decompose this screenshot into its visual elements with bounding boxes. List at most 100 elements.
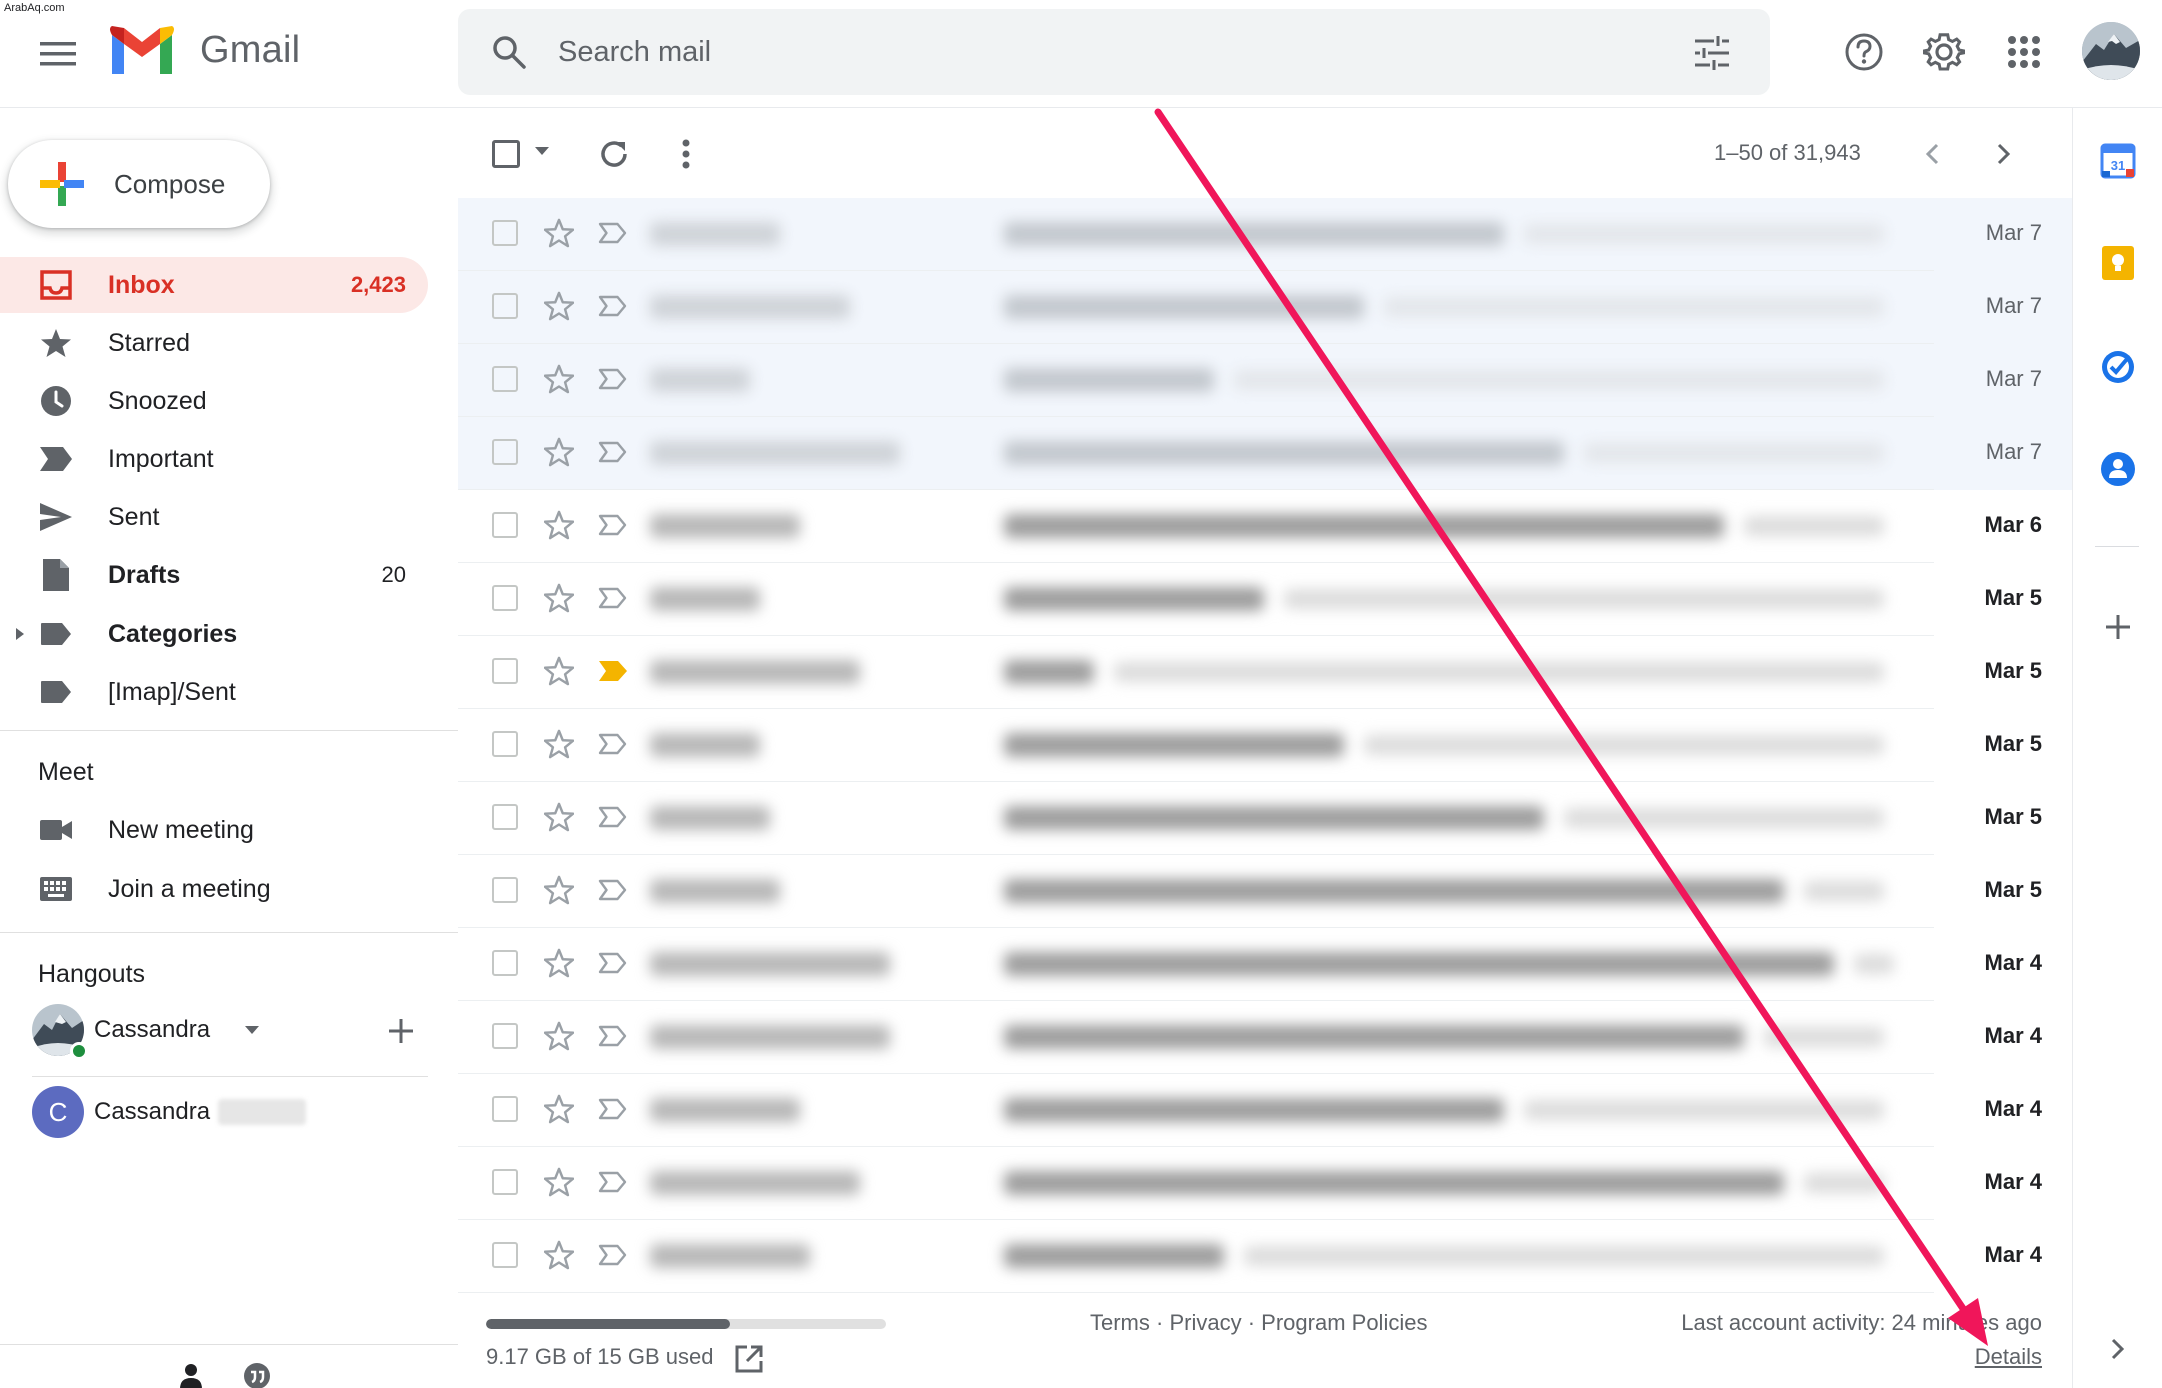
row-select-checkbox[interactable] bbox=[492, 220, 518, 246]
nav-item-sent[interactable]: Sent bbox=[0, 489, 428, 545]
row-select-checkbox[interactable] bbox=[492, 585, 518, 611]
row-select-checkbox[interactable] bbox=[492, 731, 518, 757]
important-marker-icon[interactable] bbox=[596, 800, 630, 834]
star-outline-icon[interactable] bbox=[540, 871, 578, 909]
table-row[interactable]: Mar 5 bbox=[458, 636, 2072, 709]
search-input[interactable] bbox=[558, 9, 1608, 95]
star-outline-icon[interactable] bbox=[540, 287, 578, 325]
contacts-tab-person-icon[interactable] bbox=[174, 1359, 208, 1388]
search-icon[interactable] bbox=[488, 31, 530, 73]
table-row[interactable]: Mar 5 bbox=[458, 709, 2072, 782]
star-outline-icon[interactable] bbox=[540, 579, 578, 617]
important-marker-icon[interactable] bbox=[596, 1019, 630, 1053]
row-select-checkbox[interactable] bbox=[492, 512, 518, 538]
hangouts-contact-row[interactable]: C Cassandra bbox=[32, 1084, 432, 1140]
star-outline-icon[interactable] bbox=[540, 944, 578, 982]
row-select-checkbox[interactable] bbox=[492, 293, 518, 319]
show-side-panel-chevron-icon[interactable] bbox=[2097, 1328, 2139, 1370]
newer-page-chevron-left-icon[interactable] bbox=[1910, 132, 1954, 176]
important-marker-icon[interactable] bbox=[596, 1238, 630, 1272]
star-outline-icon[interactable] bbox=[540, 433, 578, 471]
important-marker-icon[interactable] bbox=[596, 508, 630, 542]
join-meeting-item[interactable]: Join a meeting bbox=[0, 861, 428, 917]
tasks-app-icon[interactable] bbox=[2097, 346, 2139, 388]
nav-item-drafts[interactable]: Drafts 20 bbox=[0, 547, 428, 603]
row-select-checkbox[interactable] bbox=[492, 1023, 518, 1049]
star-outline-icon[interactable] bbox=[540, 506, 578, 544]
star-outline-icon[interactable] bbox=[540, 1236, 578, 1274]
gmail-logo[interactable]: Gmail bbox=[108, 24, 300, 76]
nav-item-starred[interactable]: Starred bbox=[0, 315, 428, 371]
important-marker-icon[interactable] bbox=[596, 873, 630, 907]
star-outline-icon[interactable] bbox=[540, 1090, 578, 1128]
row-select-checkbox[interactable] bbox=[492, 950, 518, 976]
important-marker-icon[interactable] bbox=[596, 289, 630, 323]
table-row[interactable]: Mar 5 bbox=[458, 782, 2072, 855]
table-row[interactable]: Mar 4 bbox=[458, 1147, 2072, 1220]
important-marker-icon[interactable] bbox=[596, 946, 630, 980]
table-row[interactable]: Mar 6 bbox=[458, 490, 2072, 563]
row-select-checkbox[interactable] bbox=[492, 366, 518, 392]
nav-item-categories[interactable]: Categories bbox=[0, 606, 428, 662]
nav-item-snoozed[interactable]: Snoozed bbox=[0, 373, 428, 429]
compose-button[interactable]: Compose bbox=[8, 140, 270, 228]
calendar-app-icon[interactable]: 31 bbox=[2097, 140, 2139, 182]
older-page-chevron-right-icon[interactable] bbox=[1982, 132, 2026, 176]
program-policies-link[interactable]: Program Policies bbox=[1261, 1310, 1427, 1335]
table-row[interactable]: Mar 4 bbox=[458, 1001, 2072, 1074]
row-select-checkbox[interactable] bbox=[492, 1242, 518, 1268]
hangouts-self-row[interactable]: Cassandra bbox=[32, 1002, 432, 1060]
terms-link[interactable]: Terms bbox=[1090, 1310, 1150, 1335]
row-select-checkbox[interactable] bbox=[492, 1096, 518, 1122]
search-options-icon[interactable] bbox=[1690, 31, 1734, 75]
help-icon[interactable] bbox=[1840, 28, 1888, 76]
settings-gear-icon[interactable] bbox=[1920, 28, 1968, 76]
row-select-checkbox[interactable] bbox=[492, 658, 518, 684]
nav-item-imap-sent[interactable]: [Imap]/Sent bbox=[0, 664, 428, 720]
table-row[interactable]: Mar 7 bbox=[458, 271, 2072, 344]
table-row[interactable]: Mar 5 bbox=[458, 563, 2072, 636]
important-marker-icon[interactable] bbox=[596, 216, 630, 250]
row-select-checkbox[interactable] bbox=[492, 1169, 518, 1195]
nav-item-inbox[interactable]: Inbox 2,423 bbox=[0, 257, 428, 313]
important-marker-icon[interactable] bbox=[596, 727, 630, 761]
important-marker-filled-icon[interactable] bbox=[596, 654, 630, 688]
table-row[interactable]: Mar 5 bbox=[458, 855, 2072, 928]
activity-details-link[interactable]: Details bbox=[1975, 1344, 2042, 1370]
new-meeting-item[interactable]: New meeting bbox=[0, 802, 428, 858]
new-conversation-plus-icon[interactable] bbox=[388, 1018, 414, 1044]
star-outline-icon[interactable] bbox=[540, 652, 578, 690]
important-marker-icon[interactable] bbox=[596, 581, 630, 615]
select-dropdown-chevron-icon[interactable] bbox=[534, 146, 550, 156]
star-outline-icon[interactable] bbox=[540, 798, 578, 836]
star-outline-icon[interactable] bbox=[540, 1163, 578, 1201]
table-row[interactable]: Mar 7 bbox=[458, 198, 2072, 271]
search-bar[interactable] bbox=[458, 9, 1770, 95]
manage-storage-external-link-icon[interactable] bbox=[734, 1344, 764, 1374]
important-marker-icon[interactable] bbox=[596, 362, 630, 396]
table-row[interactable]: Mar 7 bbox=[458, 417, 2072, 490]
important-marker-icon[interactable] bbox=[596, 1165, 630, 1199]
contacts-app-icon[interactable] bbox=[2097, 448, 2139, 490]
star-outline-icon[interactable] bbox=[540, 1017, 578, 1055]
row-select-checkbox[interactable] bbox=[492, 804, 518, 830]
row-select-checkbox[interactable] bbox=[492, 439, 518, 465]
keep-app-icon[interactable] bbox=[2097, 242, 2139, 284]
main-menu-button[interactable] bbox=[34, 30, 82, 78]
important-marker-icon[interactable] bbox=[596, 435, 630, 469]
apps-grid-icon[interactable] bbox=[2000, 28, 2048, 76]
more-options-vertical-icon[interactable] bbox=[664, 132, 708, 176]
table-row[interactable]: Mar 7 bbox=[458, 344, 2072, 417]
nav-item-important[interactable]: Important bbox=[0, 431, 428, 487]
important-marker-icon[interactable] bbox=[596, 1092, 630, 1126]
star-outline-icon[interactable] bbox=[540, 725, 578, 763]
star-outline-icon[interactable] bbox=[540, 360, 578, 398]
star-outline-icon[interactable] bbox=[540, 214, 578, 252]
row-select-checkbox[interactable] bbox=[492, 877, 518, 903]
table-row[interactable]: Mar 4 bbox=[458, 928, 2072, 1001]
refresh-icon[interactable] bbox=[592, 132, 636, 176]
select-all-checkbox[interactable] bbox=[492, 140, 520, 168]
table-row[interactable]: Mar 4 bbox=[458, 1074, 2072, 1147]
account-avatar[interactable] bbox=[2082, 22, 2140, 80]
privacy-link[interactable]: Privacy bbox=[1169, 1310, 1241, 1335]
